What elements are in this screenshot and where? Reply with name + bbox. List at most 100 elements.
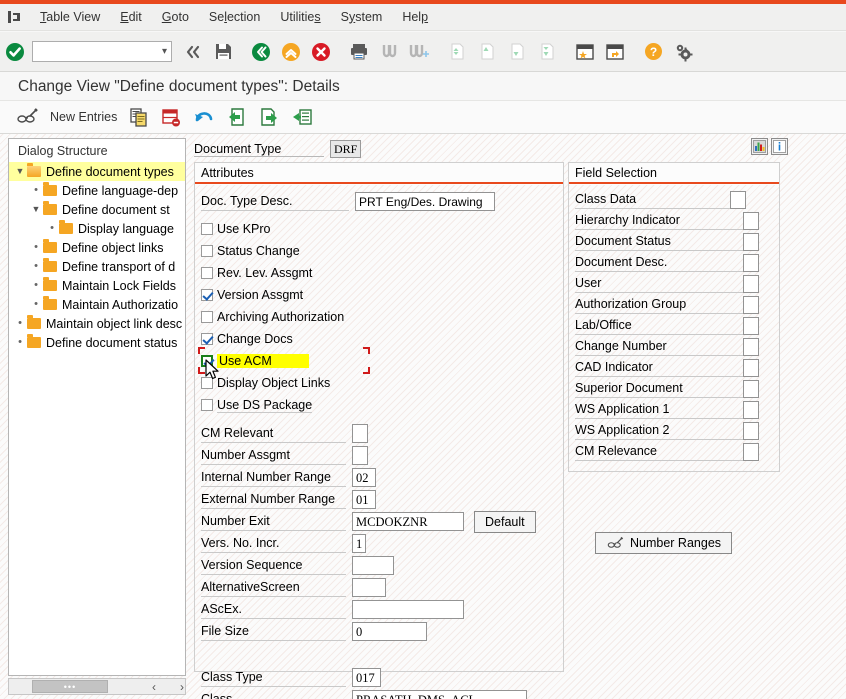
tree-scroll-thumb[interactable]: ••• [32,680,108,693]
checkbox-row[interactable]: Archiving Authorization [201,307,344,327]
menu-utilities[interactable]: Utilities [270,4,330,31]
field-selection-input[interactable] [743,253,759,272]
field-selection-input[interactable] [743,400,759,419]
info-button[interactable] [771,138,788,155]
field-input[interactable] [352,446,368,465]
tree-bullet-icon[interactable]: • [29,261,43,272]
find-button[interactable] [374,37,404,67]
tree-item[interactable]: • Display language [9,219,185,238]
checkbox-use-acm[interactable] [201,355,213,367]
copy-as-button[interactable] [123,104,155,130]
field-selection-input[interactable] [743,358,759,377]
tree-item[interactable]: • Define document status [9,333,185,352]
tree-bullet-icon[interactable]: • [45,223,59,234]
new-entries-button[interactable]: New Entries [44,104,123,130]
menu-system[interactable]: System [331,4,393,31]
tree-item[interactable]: ▼ Define document types [9,162,185,181]
field-selection-input[interactable] [743,421,759,440]
create-favorite-button[interactable] [570,37,600,67]
field-selection-input[interactable] [743,316,759,335]
exit-button[interactable] [276,37,306,67]
back-button[interactable] [246,37,276,67]
enter-button[interactable] [0,37,30,67]
tree-bullet-icon[interactable]: • [29,280,43,291]
menu-table-view[interactable]: Table View [30,4,110,31]
checkbox-use-kpro[interactable] [201,223,213,235]
checkbox-row[interactable]: Use KPro [201,219,271,239]
field-input[interactable] [352,556,394,575]
save-button[interactable] [208,37,238,67]
next-entry-button[interactable] [253,104,285,130]
next-page-button[interactable] [502,37,532,67]
cancel-button[interactable] [306,37,336,67]
tree-item[interactable]: • Define object links [9,238,185,257]
customize-local-layout-button[interactable] [600,37,630,67]
help-button[interactable]: ? [638,37,668,67]
field-selection-input[interactable] [743,442,759,461]
checkbox-rev-lev-assgmt[interactable] [201,267,213,279]
select-layout-button[interactable] [285,104,319,130]
checkbox-row[interactable]: Use DS Package [201,395,313,415]
checkbox-row[interactable]: Rev. Lev. Assgmt [201,263,312,283]
checkbox-archiving-authorization[interactable] [201,311,213,323]
field-input[interactable]: MCDOKZNR [352,512,464,531]
chart-display-button[interactable] [751,138,768,155]
command-field[interactable]: ▾ [32,41,172,62]
field-input[interactable]: 01 [352,490,376,509]
field-input[interactable]: 017 [352,668,381,687]
tree-item[interactable]: • Maintain Lock Fields [9,276,185,295]
field-selection-input[interactable] [730,190,746,209]
tree-item[interactable]: • Maintain Authorizatio [9,295,185,314]
number-ranges-button[interactable]: Number Ranges [595,532,733,554]
checkbox-row[interactable]: Status Change [201,241,300,261]
tree-bullet-icon[interactable]: • [29,185,43,196]
tree-bullet-icon[interactable]: • [29,299,43,310]
chevron-down-icon[interactable]: ▼ [29,205,43,214]
checkbox-row[interactable]: Display Object Links [201,373,330,393]
chevron-down-icon[interactable]: ▼ [13,167,27,176]
field-input[interactable]: 02 [352,468,376,487]
checkbox-change-docs[interactable] [201,333,213,345]
field-selection-input[interactable] [743,379,759,398]
tree-item[interactable]: • Define language-dep [9,181,185,200]
print-button[interactable] [344,37,374,67]
delete-button[interactable] [155,104,187,130]
tree-bullet-icon[interactable]: • [29,242,43,253]
menu-goto[interactable]: Goto [152,4,199,31]
display-change-toggle-button[interactable] [10,104,44,130]
menu-edit[interactable]: Edit [110,4,152,31]
field-input[interactable] [352,578,386,597]
checkbox-display-object-links[interactable] [201,377,213,389]
field-input[interactable]: 1 [352,534,366,553]
field-selection-input[interactable] [743,232,759,251]
settings-gear-button[interactable] [668,37,698,67]
chevron-down-icon[interactable]: ▾ [162,46,167,57]
field-selection-input[interactable] [743,295,759,314]
tree-bullet-icon[interactable]: • [13,337,27,348]
field-input[interactable]: 0 [352,622,427,641]
checkbox-row[interactable]: Change Docs [201,329,293,349]
undo-button[interactable] [187,104,221,130]
find-next-button[interactable] [404,37,434,67]
checkbox-version-assgmt[interactable] [201,289,213,301]
previous-page-button[interactable] [472,37,502,67]
session-menu-icon[interactable] [0,4,30,31]
tree-item[interactable]: • Define transport of d [9,257,185,276]
scroll-right-icon[interactable]: › [180,680,184,694]
tree-item[interactable]: ▼ Define document st [9,200,185,219]
checkbox-use-ds-package[interactable] [201,399,213,411]
first-page-button[interactable] [442,37,472,67]
field-selection-input[interactable] [743,274,759,293]
tree-item[interactable]: • Maintain object link desc [9,314,185,333]
last-page-button[interactable] [532,37,562,67]
field-input[interactable] [352,424,368,443]
default-button[interactable]: Default [474,510,536,533]
checkbox-row[interactable]: Use ACM [201,351,309,371]
checkbox-status-change[interactable] [201,245,213,257]
menu-help[interactable]: Help [392,4,438,31]
scroll-left-icon[interactable]: ‹ [152,680,156,694]
field-selection-input[interactable] [743,337,759,356]
previous-entry-button[interactable] [221,104,253,130]
tree-bullet-icon[interactable]: • [13,318,27,329]
field-input[interactable] [352,600,464,619]
